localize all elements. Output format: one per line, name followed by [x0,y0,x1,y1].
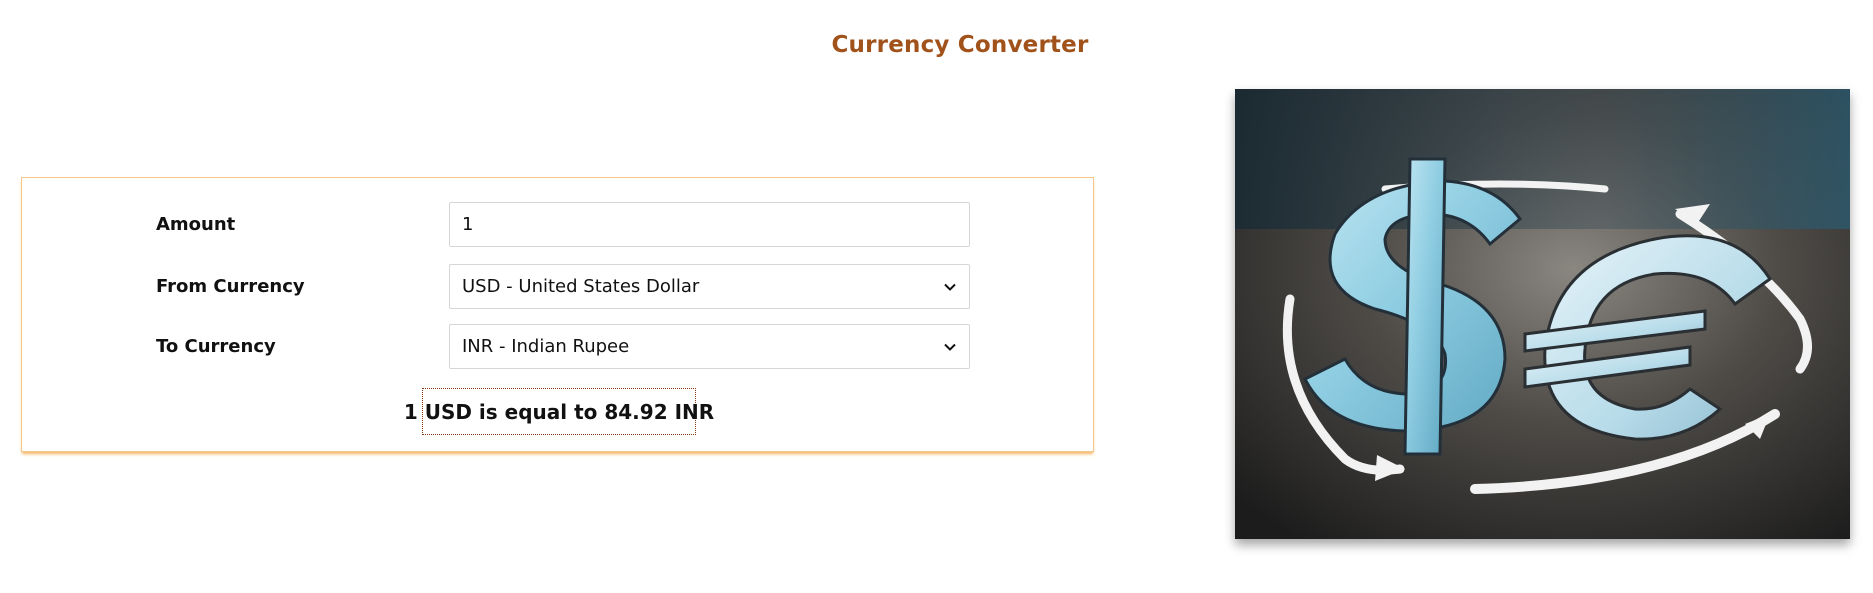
chevron-down-icon [943,280,957,294]
amount-input-value: 1 [462,214,474,235]
page-title: Currency Converter [831,32,1089,58]
to-currency-selected: INR - Indian Rupee [462,336,630,357]
from-currency-label: From Currency [156,276,305,297]
to-currency-select[interactable]: INR - Indian Rupee [449,324,970,369]
to-currency-label: To Currency [156,336,276,357]
from-currency-select[interactable]: USD - United States Dollar [449,264,970,309]
currency-exchange-image [1235,89,1850,539]
dollar-euro-exchange-icon [1235,89,1850,539]
converter-form: Amount 1 From Currency USD - United Stat… [21,177,1094,452]
page: Currency Converter Amount 1 From Currenc… [0,0,1873,593]
from-currency-selected: USD - United States Dollar [462,276,700,297]
amount-input[interactable]: 1 [449,202,970,247]
conversion-result: 1 USD is equal to 84.92 INR [404,388,714,435]
amount-label: Amount [156,214,236,235]
chevron-down-icon [943,340,957,354]
